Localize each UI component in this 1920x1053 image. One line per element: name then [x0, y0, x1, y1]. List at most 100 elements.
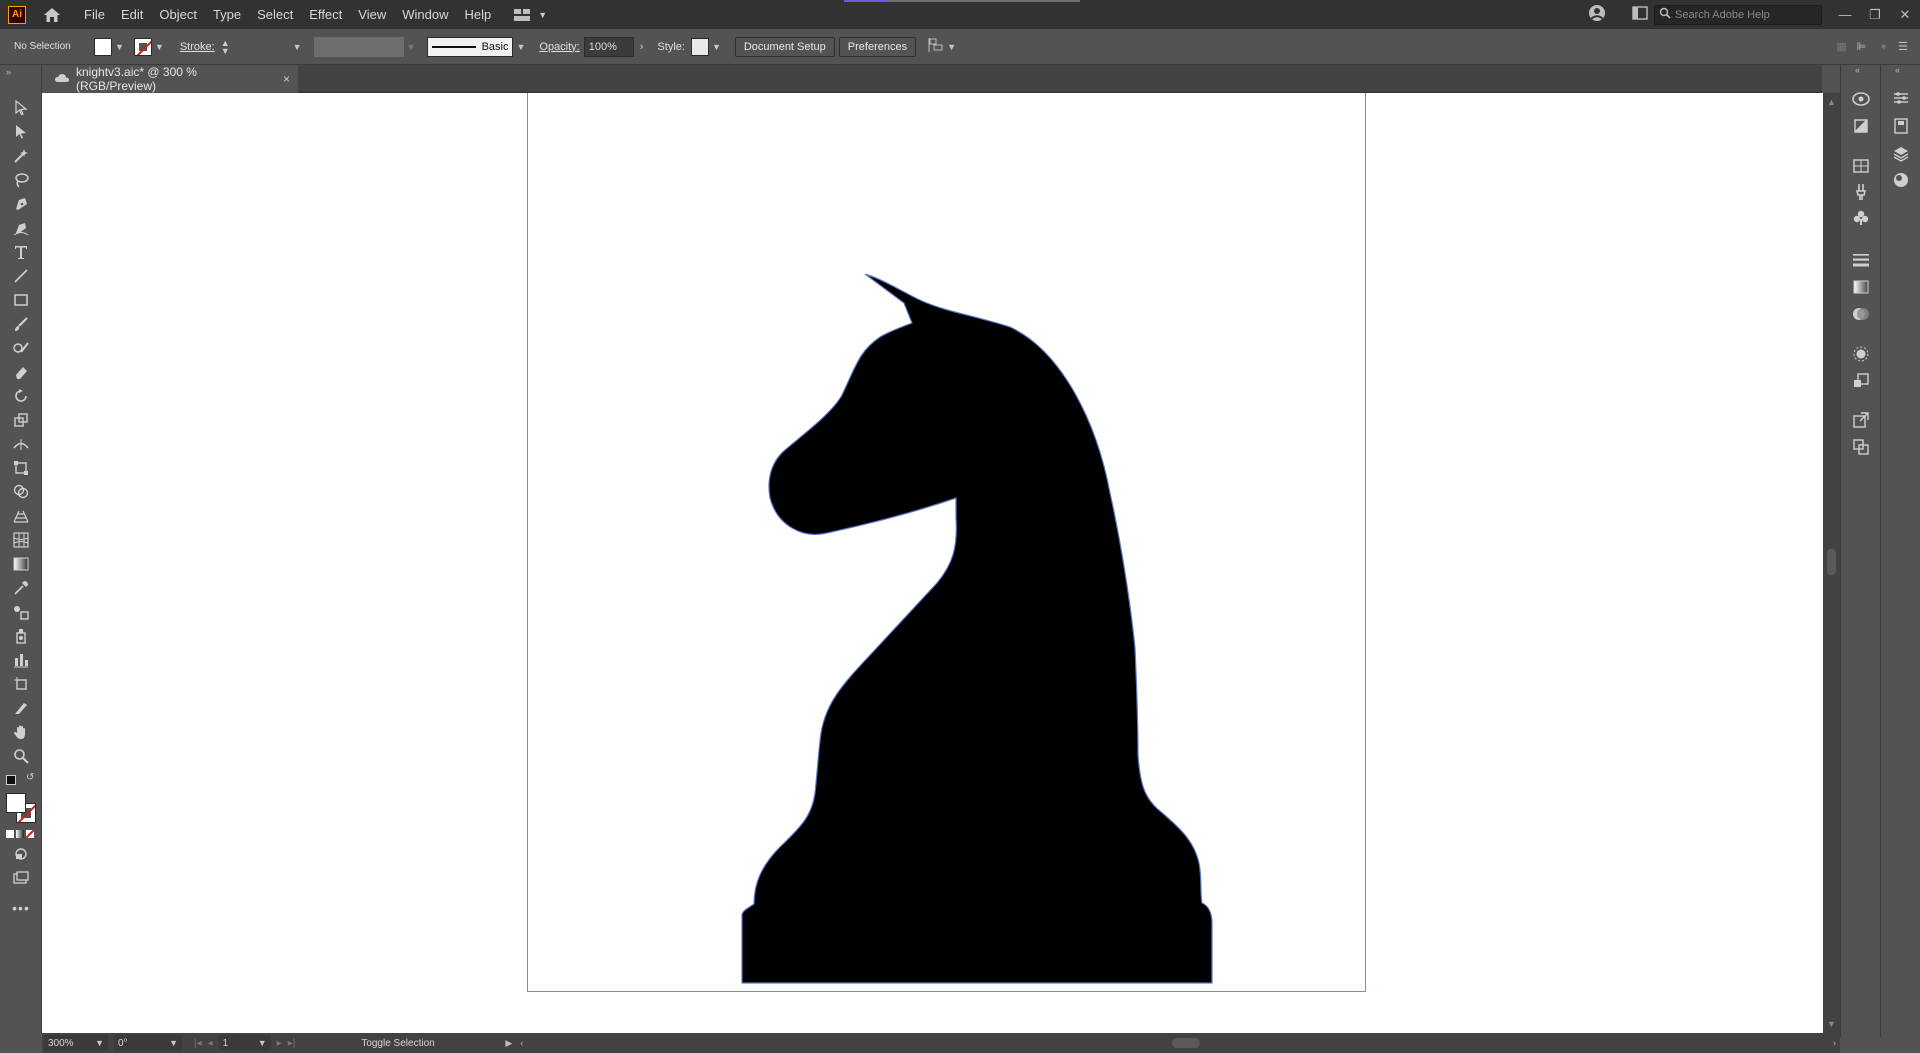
document-setup-button[interactable]: Document Setup — [734, 36, 835, 57]
scroll-down-arrow[interactable]: ▼ — [1827, 1019, 1836, 1029]
cc-libraries-icon[interactable] — [1850, 87, 1872, 109]
properties-icon[interactable] — [1850, 155, 1872, 177]
zoom-dropdown-icon[interactable]: ▼ — [95, 1038, 104, 1048]
next-artboard-icon[interactable]: ▸ — [277, 1038, 282, 1049]
stroke-weight-stepper[interactable]: ▲ ▼ — [221, 38, 230, 55]
layers-icon[interactable] — [1890, 143, 1912, 165]
previous-artboard-icon[interactable]: ◂ — [208, 1038, 213, 1049]
free-transform-tool-icon[interactable] — [10, 457, 32, 479]
style-dropdown-icon[interactable]: ▼ — [712, 42, 721, 52]
user-account-icon[interactable] — [1588, 4, 1606, 25]
search-help-input[interactable]: Search Adobe Help — [1654, 4, 1822, 25]
selection-tool-icon[interactable] — [10, 97, 32, 119]
vertical-scrollbar[interactable]: ▲ ▼ — [1823, 93, 1840, 1033]
brushes-icon[interactable] — [1850, 181, 1872, 203]
rotation-dropdown-icon[interactable]: ▼ — [169, 1038, 178, 1048]
first-artboard-icon[interactable]: |◂ — [194, 1038, 202, 1049]
swap-colors-icon[interactable]: ↺ — [26, 772, 34, 783]
menu-help[interactable]: Help — [456, 0, 499, 29]
vertical-scroll-thumb[interactable] — [1827, 549, 1836, 575]
draw-mode-icon[interactable] — [10, 843, 32, 865]
panel-dropdown-icon[interactable]: ▼ — [1879, 42, 1888, 52]
fill-dropdown-icon[interactable]: ▼ — [115, 42, 124, 52]
width-tool-icon[interactable] — [10, 433, 32, 455]
knight-artwork[interactable] — [42, 93, 1823, 1033]
stroke-dropdown-icon[interactable]: ▼ — [155, 42, 164, 52]
color-icon[interactable] — [6, 830, 14, 838]
stroke-weight-dropdown-icon[interactable]: ▼ — [293, 42, 302, 52]
direct-selection-tool-icon[interactable] — [10, 121, 32, 143]
menu-window[interactable]: Window — [394, 0, 456, 29]
panel-menu-icon[interactable]: ☰ — [1898, 40, 1908, 53]
horizontal-scrollbar[interactable] — [562, 1035, 1812, 1051]
eyedropper-tool-icon[interactable] — [10, 577, 32, 599]
menu-object[interactable]: Object — [151, 0, 205, 29]
opacity-arrow-icon[interactable]: › — [640, 41, 644, 53]
type-tool-icon[interactable] — [10, 241, 32, 263]
zoom-level-field[interactable]: 300% ▼ — [44, 1035, 108, 1051]
last-artboard-icon[interactable]: ▸| — [288, 1038, 296, 1049]
workspace-switcher[interactable]: ▼ — [513, 8, 547, 22]
color-mode-buttons[interactable] — [6, 830, 34, 838]
variable-width-profile[interactable] — [313, 36, 404, 57]
menu-select[interactable]: Select — [249, 0, 301, 29]
fill-swatch[interactable] — [94, 37, 112, 56]
preferences-button[interactable]: Preferences — [838, 36, 917, 57]
column-graph-tool-icon[interactable] — [10, 649, 32, 671]
magic-wand-tool-icon[interactable] — [10, 145, 32, 167]
default-colors-icon[interactable] — [6, 775, 16, 785]
edit-toolbar-icon[interactable]: ••• — [10, 897, 32, 919]
slice-tool-icon[interactable] — [10, 697, 32, 719]
align-dropdown-icon[interactable]: ▼ — [947, 42, 956, 52]
minimize-button[interactable]: — — [1830, 7, 1860, 22]
symbol-sprayer-tool-icon[interactable] — [10, 625, 32, 647]
knight-shape[interactable] — [741, 273, 1213, 984]
scale-tool-icon[interactable] — [10, 409, 32, 431]
pen-tool-icon[interactable] — [10, 193, 32, 215]
menu-type[interactable]: Type — [205, 0, 249, 29]
line-segment-tool-icon[interactable] — [10, 265, 32, 287]
lasso-tool-icon[interactable] — [10, 169, 32, 191]
canvas[interactable] — [42, 93, 1823, 1033]
rectangle-tool-icon[interactable] — [10, 289, 32, 311]
brush-definition[interactable]: Basic — [427, 36, 514, 57]
paintbrush-tool-icon[interactable] — [10, 313, 32, 335]
menu-edit[interactable]: Edit — [113, 0, 151, 29]
transparency-icon[interactable] — [1850, 303, 1872, 325]
artboard-number-field[interactable]: 1 ▼ — [218, 1035, 271, 1051]
zoom-tool-icon[interactable] — [10, 745, 32, 767]
menu-view[interactable]: View — [350, 0, 394, 29]
scroll-left-arrow[interactable]: ‹ — [520, 1038, 523, 1048]
align-panel-icon[interactable]: ⊫ — [1857, 40, 1867, 53]
links-export-icon[interactable] — [1850, 409, 1872, 431]
scroll-right-arrow[interactable]: › — [1833, 1038, 1836, 1048]
stroke-weight-input[interactable] — [233, 36, 290, 57]
symbols-icon[interactable] — [1850, 207, 1872, 229]
eraser-tool-icon[interactable] — [10, 361, 32, 383]
align-options-icon[interactable] — [928, 38, 944, 55]
artboard-dropdown-icon[interactable]: ▼ — [258, 1038, 267, 1048]
close-button[interactable]: ✕ — [1890, 7, 1920, 23]
gradient-tool-icon[interactable] — [10, 553, 32, 575]
horizontal-scroll-thumb[interactable] — [1172, 1038, 1200, 1048]
brush-dropdown-icon[interactable]: ▼ — [516, 42, 525, 52]
restore-button[interactable]: ❐ — [1860, 7, 1890, 23]
graphic-style-swatch[interactable] — [690, 37, 709, 56]
hand-tool-icon[interactable] — [10, 721, 32, 743]
screen-mode-icon[interactable] — [10, 867, 32, 889]
variable-width-dropdown-icon[interactable]: ▼ — [407, 42, 416, 52]
curvature-tool-icon[interactable] — [10, 217, 32, 239]
asset-export-icon[interactable] — [1850, 115, 1872, 137]
none-icon[interactable] — [26, 830, 34, 838]
expand-panels-icon-2[interactable]: « — [1895, 65, 1900, 75]
opacity-input[interactable]: 100% — [583, 36, 634, 57]
arrange-icon[interactable]: ▦ — [1836, 40, 1846, 53]
stroke-panel-icon[interactable] — [1850, 249, 1872, 271]
gradient-panel-icon[interactable] — [1850, 276, 1872, 298]
appearance-icon[interactable] — [1850, 343, 1872, 365]
blend-tool-icon[interactable] — [10, 601, 32, 623]
perspective-grid-tool-icon[interactable] — [10, 505, 32, 527]
home-icon[interactable] — [42, 5, 62, 25]
fill-color-box[interactable] — [6, 793, 26, 813]
pathfinder-icon[interactable] — [1850, 436, 1872, 458]
